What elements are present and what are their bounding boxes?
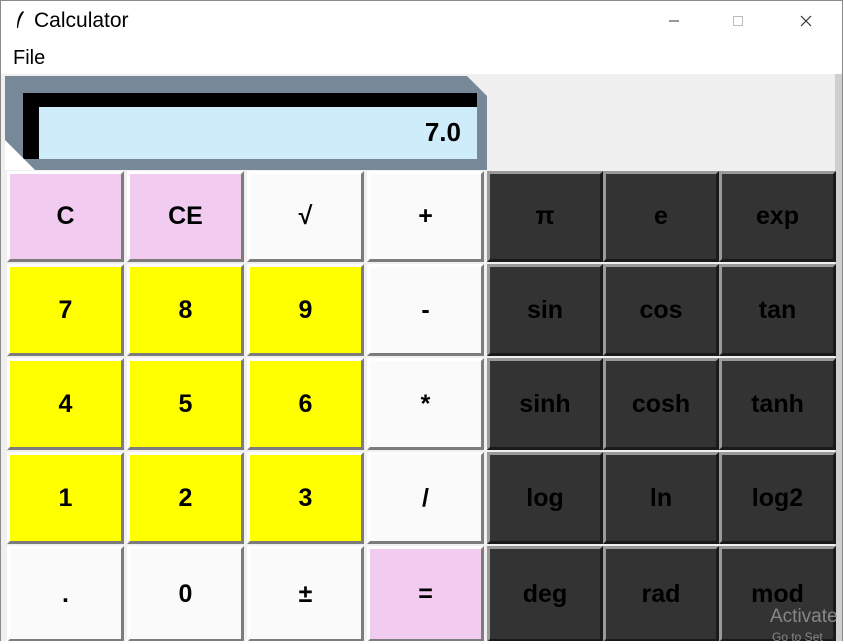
window-right-edge — [835, 74, 842, 641]
window-title: Calculator — [34, 9, 129, 32]
key-log2-button[interactable]: log2 — [719, 452, 836, 544]
key-2-button[interactable]: 2 — [127, 452, 244, 544]
display-value: 7.0 — [424, 117, 461, 147]
key-equals-button[interactable]: = — [367, 546, 484, 641]
key-divide-button[interactable]: / — [367, 452, 484, 544]
key-5-button[interactable]: 5 — [127, 358, 244, 450]
menu-bar: File — [1, 41, 842, 74]
key-ce-button[interactable]: CE — [127, 171, 244, 262]
display-field[interactable]: 7.0 — [39, 107, 477, 159]
key-cos-button[interactable]: cos — [603, 264, 719, 356]
maximize-icon — [733, 16, 743, 26]
key-cosh-button[interactable]: cosh — [603, 358, 719, 450]
display-corner-right — [467, 76, 487, 96]
key-minus-button[interactable]: - — [367, 264, 484, 356]
key-rad-button[interactable]: rad — [603, 546, 719, 641]
activation-watermark-sub: Go to Set — [772, 630, 823, 644]
display-panel: 7.0 — [5, 76, 487, 170]
minimize-icon — [669, 20, 679, 22]
key-3-button[interactable]: 3 — [247, 452, 364, 544]
key-tanh-button[interactable]: tanh — [719, 358, 836, 450]
key-4-button[interactable]: 4 — [7, 358, 124, 450]
key-c-button[interactable]: C — [7, 171, 124, 262]
close-button[interactable] — [777, 1, 835, 41]
calculator-window: Calculator File 7.0 C CE √ + π e exp 7 8 9- sin cos… — [0, 0, 843, 641]
key-exp-button[interactable]: exp — [719, 171, 836, 262]
key-e-button[interactable]: e — [603, 171, 719, 262]
activation-watermark: Activate — [770, 606, 838, 627]
key-sinh-button[interactable]: sinh — [487, 358, 603, 450]
key-decimal-button[interactable]: . — [7, 546, 124, 641]
close-icon — [800, 15, 812, 27]
feather-icon — [17, 11, 24, 28]
key-sqrt-button[interactable]: √ — [247, 171, 364, 262]
title-bar[interactable]: Calculator — [1, 1, 842, 41]
key-plus-button[interactable]: + — [367, 171, 484, 262]
key-9-button[interactable]: 9 — [247, 264, 364, 356]
key-sin-button[interactable]: sin — [487, 264, 603, 356]
key-multiply-button[interactable]: * — [367, 358, 484, 450]
display-corner-left — [5, 140, 35, 170]
key-pi-button[interactable]: π — [487, 171, 603, 262]
key-tan-button[interactable]: tan — [719, 264, 836, 356]
key-1-button[interactable]: 1 — [7, 452, 124, 544]
key-deg-button[interactable]: deg — [487, 546, 603, 641]
menu-file[interactable]: File — [13, 47, 45, 70]
key-plus-minus-button[interactable]: ± — [247, 546, 364, 641]
key-7-button[interactable]: 7 — [7, 264, 124, 356]
maximize-button[interactable] — [709, 1, 767, 41]
key-ln-button[interactable]: ln — [603, 452, 719, 544]
display-frame: 7.0 — [23, 93, 477, 159]
calculator-body: 7.0 C CE √ + π e exp 7 8 9- sin cos tan 4 5 6 * sinh cosh t… — [1, 74, 842, 641]
key-8-button[interactable]: 8 — [127, 264, 244, 356]
minimize-button[interactable] — [645, 1, 703, 41]
key-0-button[interactable]: 0 — [127, 546, 244, 641]
key-6-button[interactable]: 6 — [247, 358, 364, 450]
key-log-button[interactable]: log — [487, 452, 603, 544]
